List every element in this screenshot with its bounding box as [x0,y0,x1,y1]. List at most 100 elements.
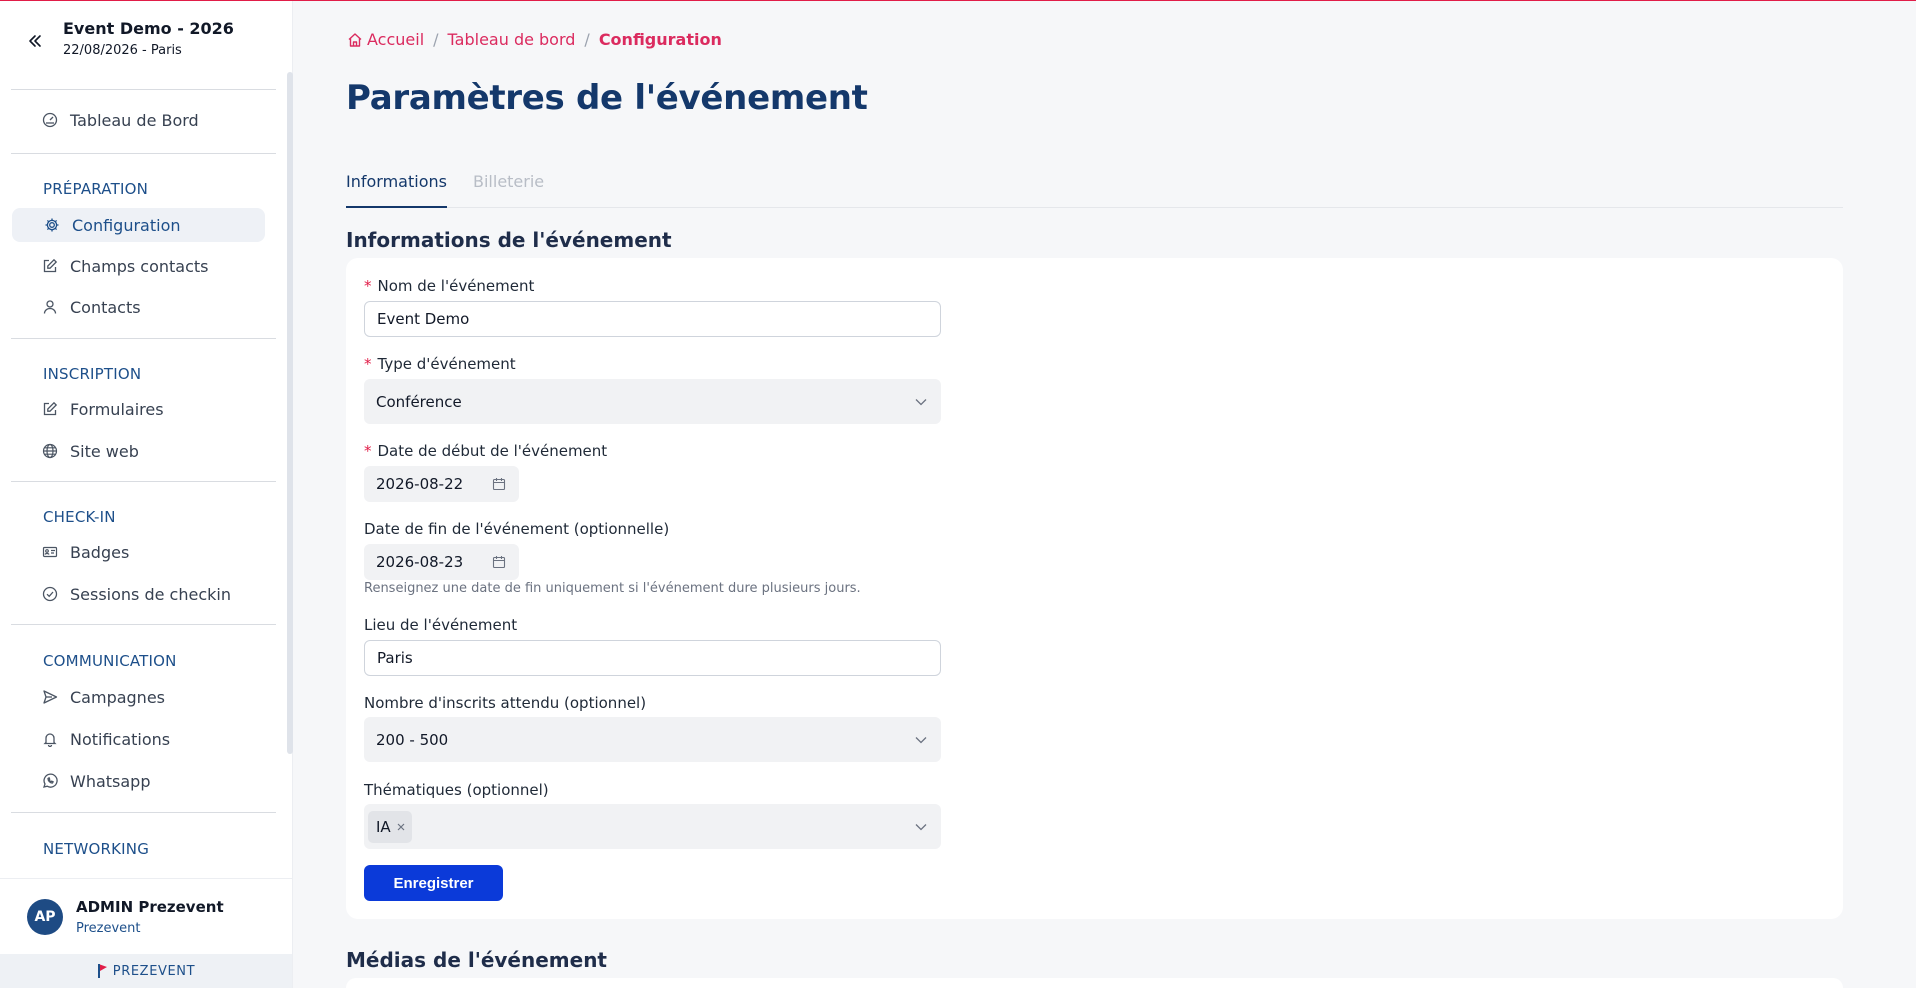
id-card-icon [42,546,58,558]
sidebar-divider [11,481,276,482]
gear-icon [45,218,59,232]
section-heading-checkin: CHECK-IN [43,508,116,526]
section-heading-networking: NETWORKING [43,840,150,858]
gauge-icon [42,112,58,128]
attendees-label: Nombre d'inscrits attendu (optionnel) [364,694,647,712]
event-date-location: 22/08/2026 - Paris [63,43,182,58]
tab-informations[interactable]: Informations [346,172,447,208]
tab-bar: Informations Billeterie [346,160,1843,208]
section-heading-preparation: PRÉPARATION [43,180,149,198]
tab-billeterie[interactable]: Billeterie [473,172,544,191]
start-date-picker[interactable]: 2026-08-22 [364,466,519,502]
save-button[interactable]: Enregistrer [364,865,503,901]
event-title: Event Demo - 2026 [63,19,234,38]
sidebar-item-website[interactable]: Site web [12,434,265,468]
sidebar-item-label: Sessions de checkin [70,584,231,604]
sidebar-divider [11,812,276,813]
event-type-label: * Type d'événement [364,355,516,373]
collapse-sidebar-button[interactable] [22,28,48,54]
sidebar-divider [11,153,276,154]
event-info-card: * Nom de l'événement Event Demo * Type d'é… [346,258,1843,919]
sidebar-item-label: Badges [70,542,130,562]
page-title: Paramètres de l'événement [346,78,868,118]
sidebar-item-whatsapp[interactable]: Whatsapp [12,764,265,798]
event-media-card [346,978,1843,988]
themes-label: Thématiques (optionnel) [364,781,549,799]
sidebar-item-label: Configuration [72,215,181,235]
event-name-input[interactable]: Event Demo [364,301,941,337]
user-organization: Prezevent [76,921,141,936]
sidebar-divider [11,338,276,339]
event-type-value: Conférence [376,392,462,411]
themes-multiselect[interactable]: IA [364,804,941,849]
home-icon [348,32,362,47]
breadcrumb-separator: / [584,30,590,49]
start-date-value: 2026-08-22 [376,475,464,493]
breadcrumb-current: Configuration [598,30,722,49]
event-name-label-text: Nom de l'événement [377,277,535,295]
theme-tag: IA [368,810,412,843]
sidebar-divider [11,624,276,625]
section-heading-inscription: INSCRIPTION [43,365,142,383]
close-icon[interactable] [396,822,406,832]
chevron-down-icon [915,737,927,744]
sidebar-item-badges[interactable]: Badges [12,535,265,569]
attendees-select[interactable]: 200 - 500 [364,717,941,762]
sidebar-item-configuration[interactable]: Configuration [12,208,265,242]
sidebar: Event Demo - 2026 22/08/2026 - Paris Tab… [0,0,293,988]
end-date-picker[interactable]: 2026-08-23 [364,544,519,580]
user-profile[interactable]: AP ADMIN Prezevent Prezevent [0,878,292,954]
sidebar-divider [11,89,276,90]
chevron-down-icon [915,824,927,831]
send-icon [43,690,58,704]
user-name: ADMIN Prezevent [76,898,224,916]
sidebar-item-label: Tableau de Bord [70,110,199,130]
start-date-label: * Date de début de l'événement [364,442,607,460]
brand-name: PREZEVENT [112,963,196,979]
top-accent-line [0,0,1916,1]
theme-tag-label: IA [376,817,391,836]
sidebar-item-campaigns[interactable]: Campagnes [12,680,265,714]
breadcrumb-dashboard[interactable]: Tableau de bord [448,30,576,49]
sidebar-item-label: Site web [70,441,139,461]
sidebar-header: Event Demo - 2026 22/08/2026 - Paris [0,0,292,90]
end-date-hint: Renseignez une date de fin uniquement si… [364,581,861,596]
sidebar-item-forms[interactable]: Formulaires [12,392,265,426]
breadcrumb-home-label: Accueil [367,30,425,49]
event-name-label: * Nom de l'événement [364,277,534,295]
sidebar-item-contacts[interactable]: Contacts [12,290,265,324]
sidebar-item-contact-fields[interactable]: Champs contacts [12,249,265,283]
event-type-label-text: Type d'événement [377,355,516,373]
check-circle-icon [42,586,58,602]
required-marker: * [364,442,372,460]
user-icon [43,300,57,314]
breadcrumb-separator: / [433,30,439,49]
bell-icon [43,733,57,747]
sidebar-item-label: Campagnes [70,687,165,707]
sidebar-item-label: Whatsapp [70,771,151,791]
double-chevron-left-icon [29,35,41,47]
attendees-value: 200 - 500 [376,730,449,749]
globe-icon [42,443,58,459]
required-marker: * [364,355,372,373]
sidebar-item-notifications[interactable]: Notifications [12,722,265,756]
end-date-value: 2026-08-23 [376,553,464,571]
required-marker: * [364,277,372,295]
section-title-event-info: Informations de l'événement [346,228,672,252]
edit-icon [43,258,58,273]
start-date-label-text: Date de début de l'événement [377,442,608,460]
sidebar-item-label: Champs contacts [70,256,209,276]
event-place-input[interactable]: Paris [364,640,941,676]
event-type-select[interactable]: Conférence [364,379,941,424]
breadcrumb-home[interactable]: Accueil [347,30,424,49]
sidebar-item-label: Formulaires [70,399,164,419]
section-title-event-media: Médias de l'événement [346,948,607,972]
sidebar-item-dashboard[interactable]: Tableau de Bord [12,103,265,137]
sidebar-item-label: Contacts [70,297,141,317]
avatar: AP [27,899,63,935]
calendar-icon [492,556,506,569]
section-heading-communication: COMMUNICATION [43,652,177,670]
sidebar-item-checkin-sessions[interactable]: Sessions de checkin [12,577,265,611]
brand-footer: PREZEVENT [0,954,292,988]
main-content: Accueil / Tableau de bord / Configuratio… [293,0,1916,988]
